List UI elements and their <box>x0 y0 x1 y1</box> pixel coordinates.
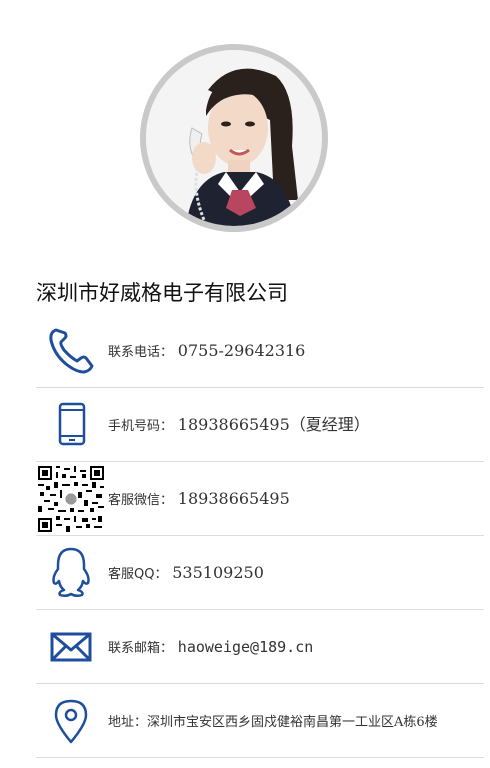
qq-icon <box>36 536 106 610</box>
email-address[interactable]: haoweige@189.cn <box>178 638 313 656</box>
contact-label: 联系邮箱： <box>108 641 174 656</box>
contact-row-mobile: 手机号码： 18938665495（夏经理） <box>36 388 490 462</box>
address: 深圳市宝安区西乡固戍健裕南昌第一工业区A栋6楼 <box>147 715 438 730</box>
contact-label: 手机号码： <box>108 419 174 434</box>
mobile-icon <box>36 388 106 462</box>
company-name: 深圳市好威格电子有限公司 <box>36 281 288 305</box>
contact-label: 客服QQ： <box>108 567 168 582</box>
contact-label: 客服微信： <box>108 493 174 508</box>
customer-service-agent-image <box>146 50 322 226</box>
location-icon <box>36 684 106 758</box>
phone-number[interactable]: 0755-29642316 <box>178 341 306 360</box>
contact-label: 地址： <box>108 715 148 730</box>
phone-icon <box>36 314 106 388</box>
avatar-frame <box>140 44 328 232</box>
mobile-number[interactable]: 18938665495（夏经理） <box>178 415 370 434</box>
wechat-id[interactable]: 18938665495 <box>178 489 290 508</box>
contact-label: 联系电话： <box>108 345 174 360</box>
mail-icon <box>36 610 106 684</box>
qq-number[interactable]: 535109250 <box>172 563 264 582</box>
contact-row-wechat: 客服微信： 18938665495 <box>36 462 490 536</box>
contact-row-address: 地址：深圳市宝安区西乡固戍健裕南昌第一工业区A栋6楼 <box>36 684 490 758</box>
contact-row-phone: 联系电话： 0755-29642316 <box>36 314 490 388</box>
contact-row-qq: 客服QQ： 535109250 <box>36 536 490 610</box>
avatar <box>146 50 322 226</box>
contact-row-email: 联系邮箱： haoweige@189.cn <box>36 610 490 684</box>
divider <box>36 757 484 758</box>
qr-code-icon <box>36 462 106 536</box>
